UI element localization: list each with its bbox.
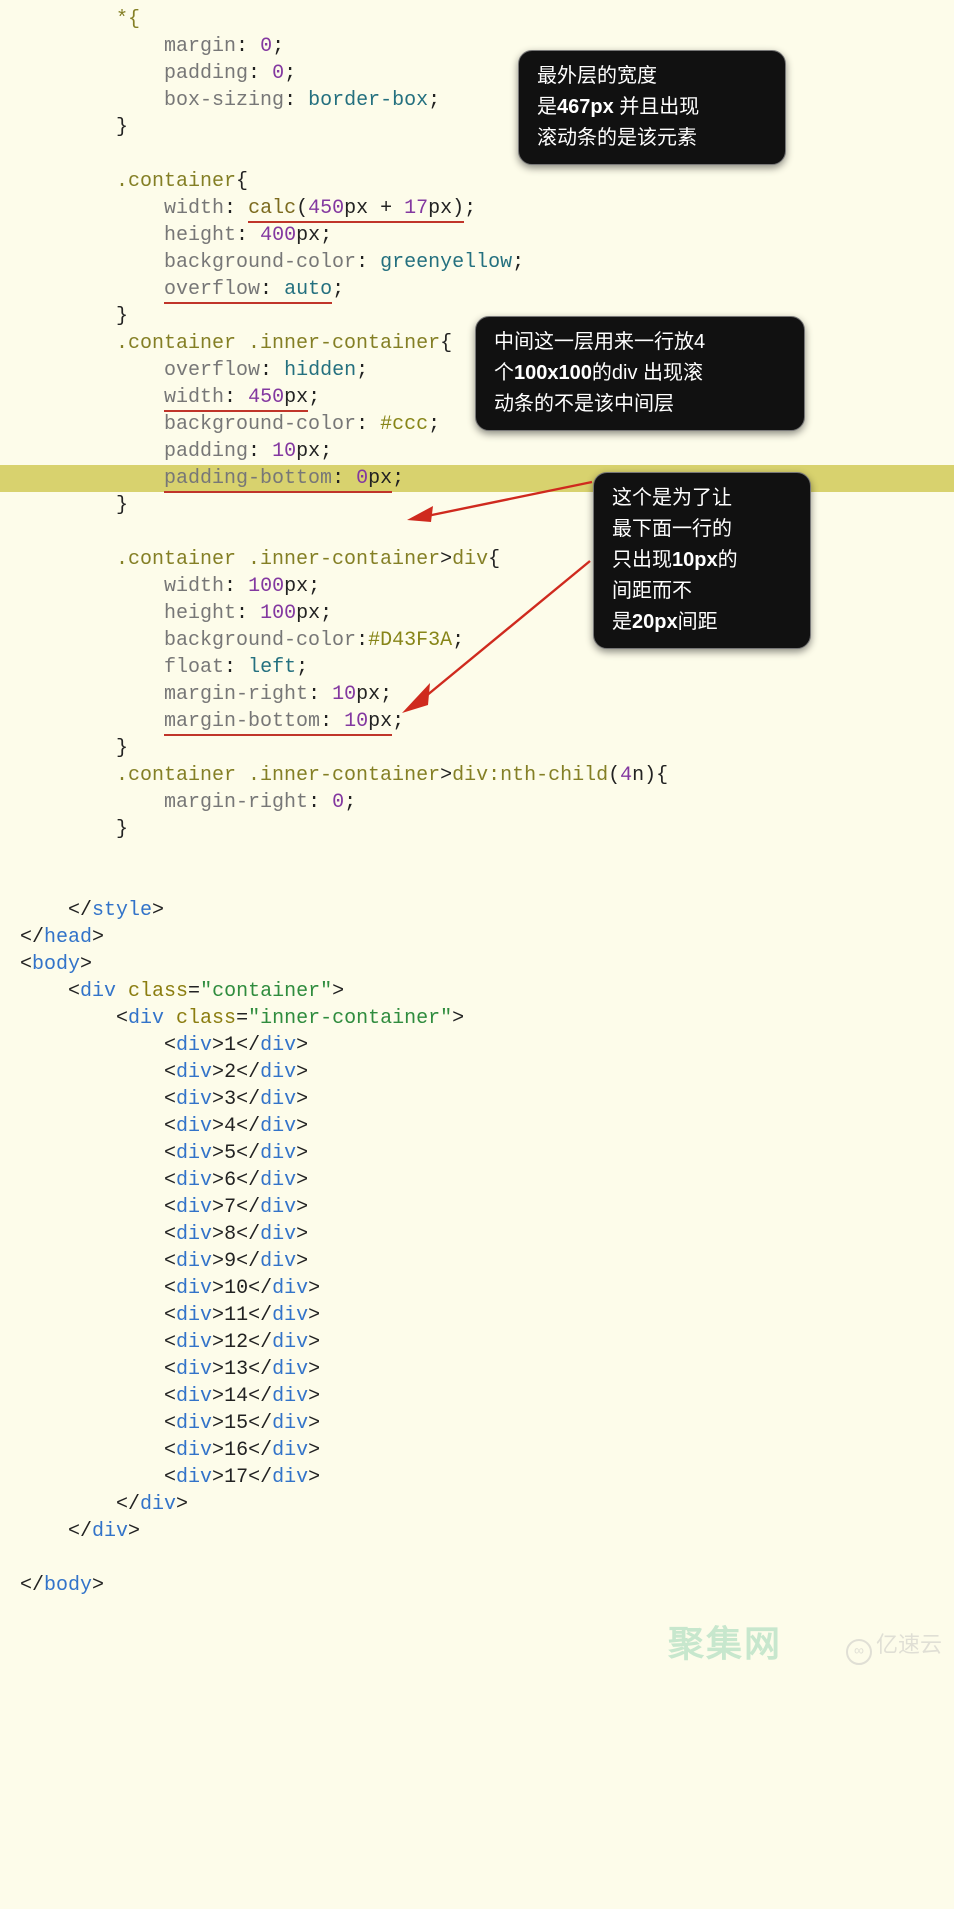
watermark-left: 聚集网 (668, 1620, 782, 1669)
code-block: *{ margin: 0; padding: 0; box-sizing: bo… (0, 0, 954, 1629)
watermark-right: ∞亿速云 (846, 1630, 942, 1665)
annotation-padding-bottom: 这个是为了让 最下面一行的 只出现10px的 间距而不 是20px间距 (593, 472, 811, 649)
annotation-middle-layer: 中间这一层用来一行放4 个100x100的div 出现滚 动条的不是该中间层 (475, 316, 805, 431)
arrow-icon (407, 476, 602, 526)
code-document: *{ margin: 0; padding: 0; box-sizing: bo… (0, 0, 954, 1629)
watermark-footer: 聚集网 ∞亿速云 (0, 1629, 954, 1673)
arrow-icon (400, 555, 600, 715)
annotation-outer-width: 最外层的宽度 是467px 并且出现 滚动条的是该元素 (518, 50, 786, 165)
